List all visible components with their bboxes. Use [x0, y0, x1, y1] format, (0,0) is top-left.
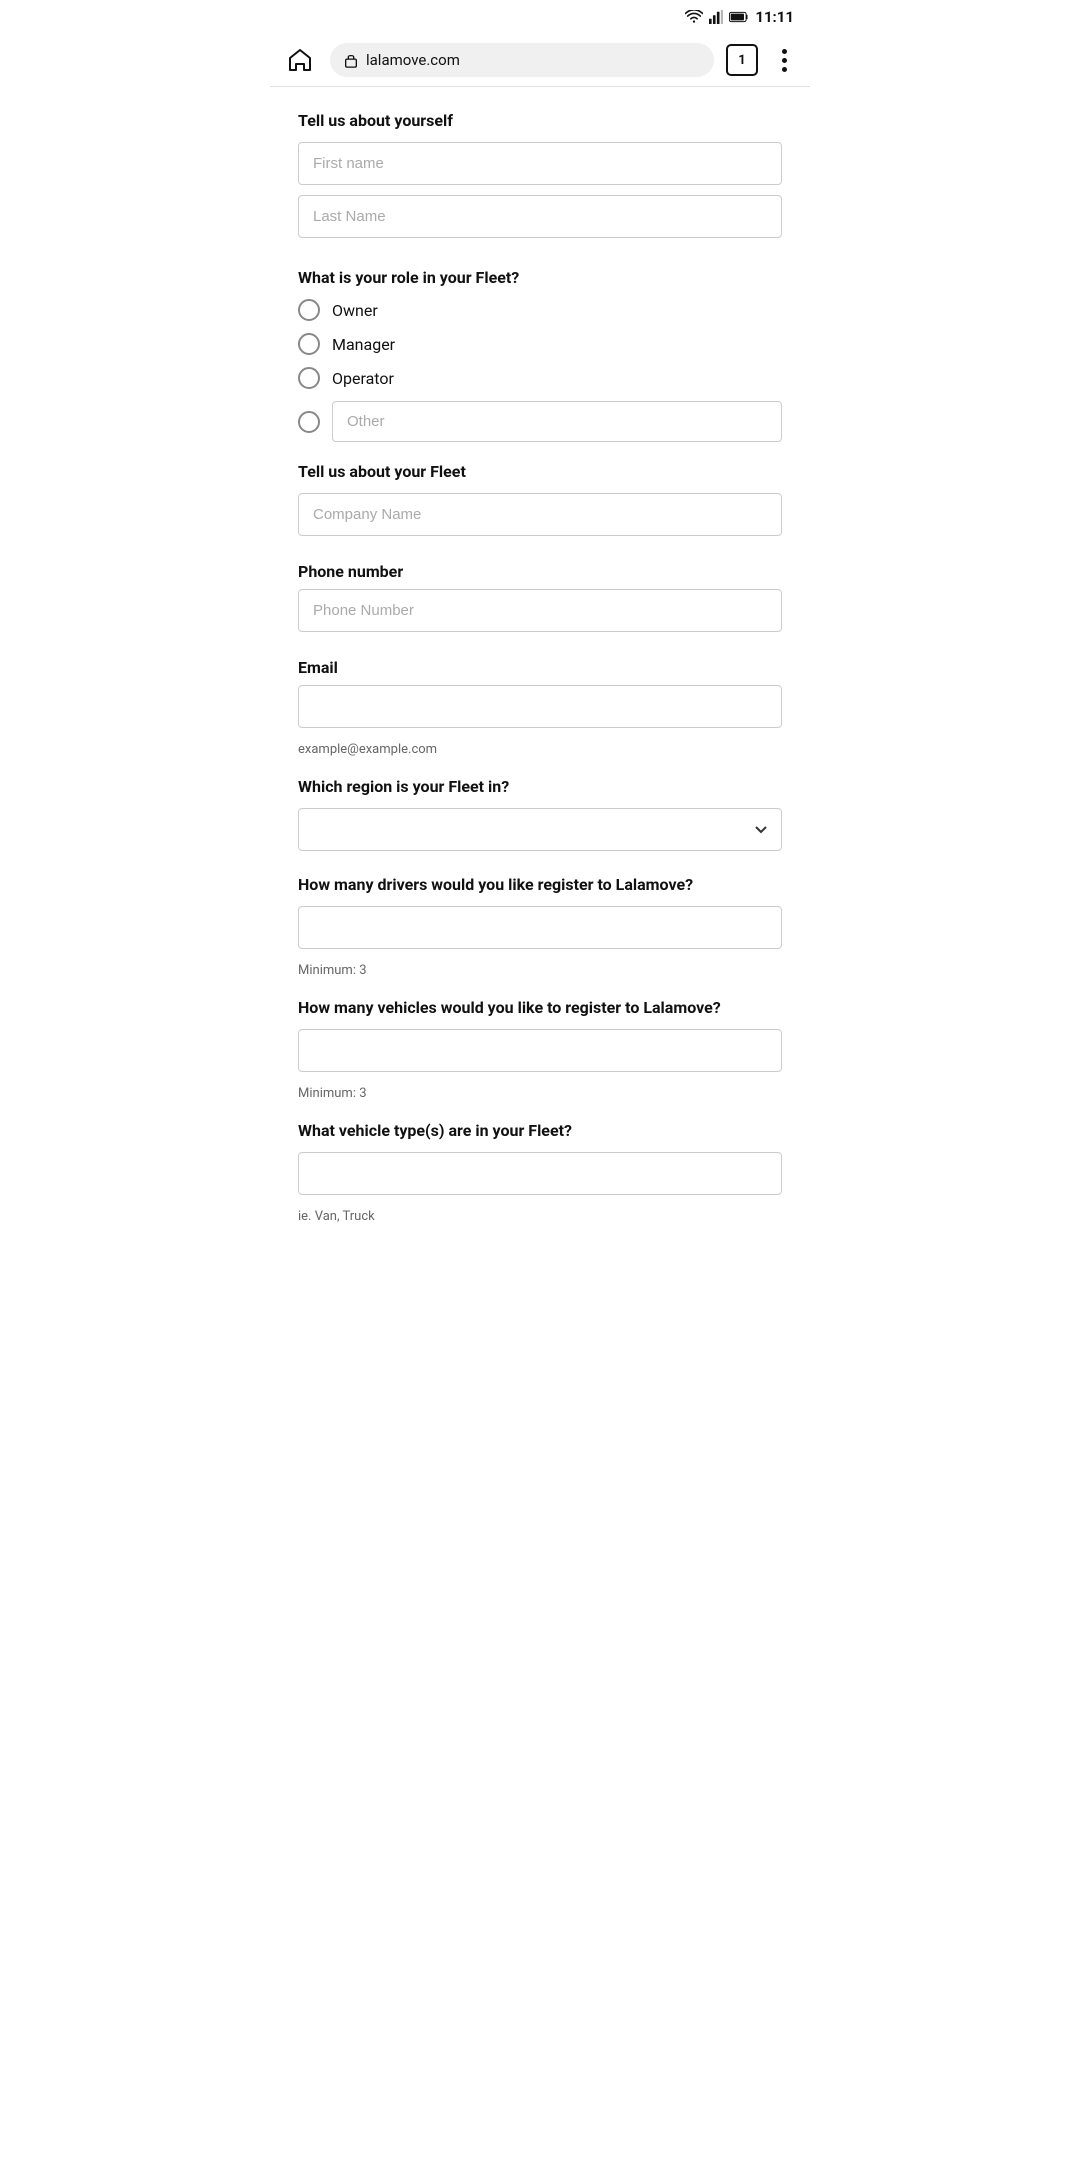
role-owner-radio[interactable]: [298, 299, 320, 321]
menu-dot-2: [782, 58, 787, 63]
region-question-label: Which region is your Fleet in?: [298, 777, 782, 796]
status-bar: 11:11: [270, 0, 810, 34]
role-other-row: [298, 401, 782, 442]
wifi-icon: [685, 10, 703, 24]
page-content: Tell us about yourself What is your role…: [270, 87, 810, 1248]
email-label: Email: [298, 658, 782, 677]
status-icons: 11:11: [685, 8, 794, 26]
status-time: 11:11: [755, 8, 794, 26]
vehicle-types-input[interactable]: [298, 1152, 782, 1195]
drivers-hint: Minimum: 3: [298, 963, 782, 978]
role-radio-group: Owner Manager Operator: [298, 299, 782, 442]
role-operator-label: Operator: [332, 369, 394, 388]
section-about-yourself: Tell us about yourself: [298, 111, 782, 130]
first-name-input[interactable]: [298, 142, 782, 185]
drivers-question-label: How many drivers would you like register…: [298, 875, 782, 894]
battery-icon: [729, 11, 749, 23]
vehicles-count-input[interactable]: [298, 1029, 782, 1072]
vehicle-types-hint: ie. Van, Truck: [298, 1209, 782, 1224]
role-question-label: What is your role in your Fleet?: [298, 268, 782, 287]
phone-number-input[interactable]: [298, 589, 782, 632]
menu-dot-1: [782, 49, 787, 54]
menu-dot-3: [782, 67, 787, 72]
lock-icon: [344, 52, 358, 68]
role-owner-option[interactable]: Owner: [298, 299, 782, 321]
role-operator-radio[interactable]: [298, 367, 320, 389]
signal-icon: [709, 10, 723, 24]
phone-number-label: Phone number: [298, 562, 782, 581]
url-text: lalamove.com: [366, 51, 460, 69]
role-other-radio[interactable]: [298, 411, 320, 433]
email-input[interactable]: [298, 685, 782, 728]
company-name-input[interactable]: [298, 493, 782, 536]
home-button[interactable]: [282, 42, 318, 78]
more-menu-button[interactable]: [770, 49, 798, 72]
email-hint: example@example.com: [298, 742, 782, 757]
tab-count-button[interactable]: 1: [726, 44, 758, 76]
vehicles-hint: Minimum: 3: [298, 1086, 782, 1101]
region-select[interactable]: [298, 808, 782, 851]
vehicles-question-label: How many vehicles would you like to regi…: [298, 998, 782, 1017]
section-about-fleet: Tell us about your Fleet: [298, 462, 782, 481]
role-owner-label: Owner: [332, 301, 378, 320]
role-other-input[interactable]: [332, 401, 782, 442]
role-manager-option[interactable]: Manager: [298, 333, 782, 355]
address-bar[interactable]: lalamove.com: [330, 43, 714, 77]
role-manager-radio[interactable]: [298, 333, 320, 355]
browser-bar: lalamove.com 1: [270, 34, 810, 87]
last-name-input[interactable]: [298, 195, 782, 238]
role-manager-label: Manager: [332, 335, 395, 354]
vehicle-types-question-label: What vehicle type(s) are in your Fleet?: [298, 1121, 782, 1140]
drivers-count-input[interactable]: [298, 906, 782, 949]
role-operator-option[interactable]: Operator: [298, 367, 782, 389]
